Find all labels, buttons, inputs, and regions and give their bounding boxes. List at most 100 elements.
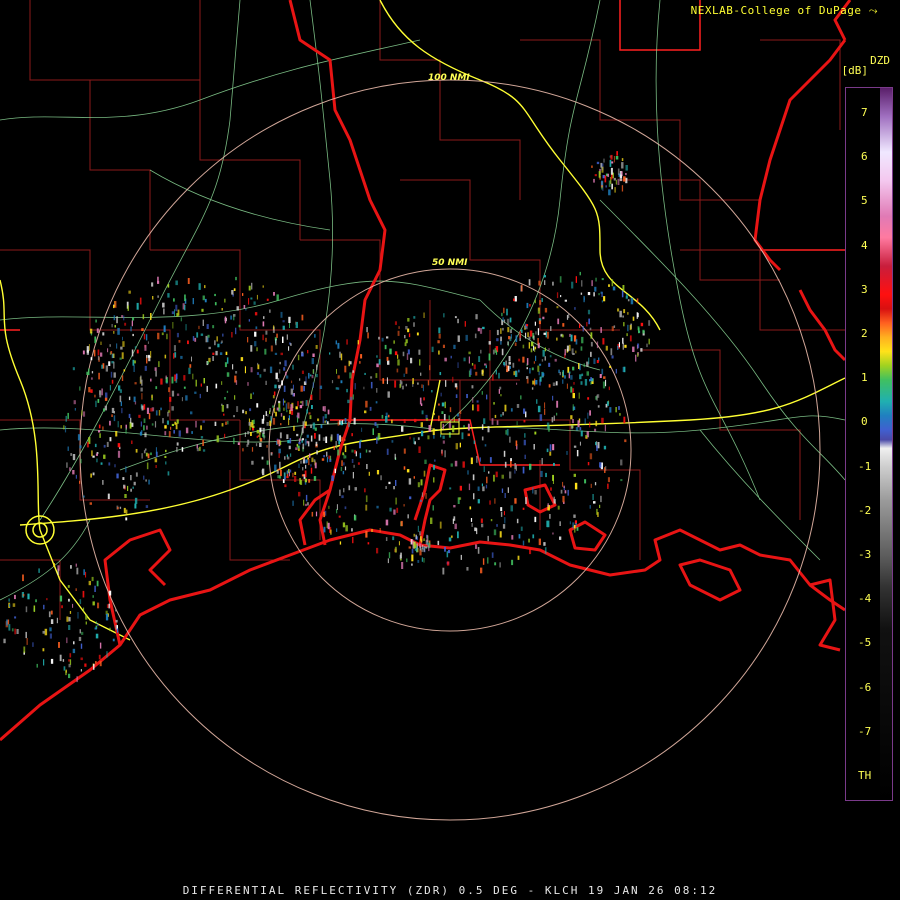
echo-pixel bbox=[150, 408, 153, 412]
echo-pixel bbox=[279, 361, 281, 365]
echo-pixel bbox=[515, 465, 517, 471]
echo-pixel bbox=[250, 367, 253, 373]
echo-pixel bbox=[533, 335, 535, 341]
echo-pixel bbox=[496, 524, 498, 527]
echo-pixel bbox=[391, 440, 394, 443]
echo-pixel bbox=[468, 483, 471, 491]
echo-pixel bbox=[363, 386, 365, 390]
echo-pixel bbox=[548, 384, 551, 388]
echo-pixel bbox=[298, 491, 301, 497]
echo-pixel bbox=[352, 536, 354, 544]
echo-pixel bbox=[59, 654, 62, 662]
colorbar-tick: 7 bbox=[861, 106, 868, 119]
echo-pixel bbox=[301, 352, 304, 357]
echo-pixel bbox=[432, 505, 434, 511]
echo-pixel bbox=[252, 425, 255, 428]
echo-pixel bbox=[221, 340, 223, 343]
echo-pixel bbox=[95, 661, 97, 664]
echo-pixel bbox=[537, 365, 540, 372]
echo-pixel bbox=[615, 407, 617, 413]
echo-pixel bbox=[302, 421, 305, 429]
echo-pixel bbox=[206, 385, 208, 392]
echo-pixel bbox=[549, 514, 551, 519]
echo-pixel bbox=[205, 335, 208, 343]
echo-pixel bbox=[102, 480, 104, 485]
echo-pixel bbox=[622, 337, 624, 344]
echo-pixel bbox=[139, 297, 142, 305]
echo-pixel bbox=[198, 325, 200, 330]
echo-pixel bbox=[603, 445, 607, 450]
echo-pixel bbox=[131, 440, 133, 444]
echo-pixel bbox=[165, 375, 167, 380]
echo-pixel bbox=[145, 505, 149, 508]
echo-pixel bbox=[351, 449, 354, 453]
echo-pixel bbox=[588, 318, 590, 325]
echo-pixel bbox=[499, 562, 501, 568]
echo-pixel bbox=[365, 495, 368, 503]
echo-pixel bbox=[14, 616, 17, 619]
echo-pixel bbox=[448, 537, 452, 542]
echo-pixel bbox=[499, 531, 502, 538]
echo-pixel bbox=[559, 536, 562, 540]
echo-pixel bbox=[392, 536, 395, 541]
echo-pixel bbox=[305, 376, 307, 383]
echo-pixel bbox=[522, 466, 525, 474]
echo-pixel bbox=[453, 417, 455, 422]
echo-pixel bbox=[81, 631, 84, 635]
echo-pixel bbox=[149, 452, 152, 456]
echo-pixel bbox=[376, 436, 378, 444]
echo-pixel bbox=[200, 383, 202, 387]
credit-text: NEXLAB-College of DuPage bbox=[690, 4, 862, 17]
echo-pixel bbox=[507, 327, 510, 333]
echo-pixel bbox=[621, 185, 624, 192]
echo-pixel bbox=[605, 466, 607, 471]
echo-pixel bbox=[548, 348, 550, 351]
echo-pixel bbox=[573, 382, 575, 385]
echo-pixel bbox=[604, 424, 606, 432]
echo-pixel bbox=[340, 380, 343, 384]
echo-pixel bbox=[235, 380, 238, 385]
echo-pixel bbox=[611, 326, 614, 332]
echo-pixel bbox=[341, 420, 344, 424]
echo-pixel bbox=[420, 372, 422, 376]
echo-pixel bbox=[573, 445, 577, 448]
echo-pixel bbox=[398, 326, 400, 329]
echo-pixel bbox=[376, 547, 379, 554]
echo-pixel bbox=[453, 505, 456, 508]
echo-pixel bbox=[463, 357, 466, 362]
echo-pixel bbox=[526, 376, 529, 379]
echo-pixel bbox=[113, 315, 116, 321]
echo-pixel bbox=[442, 344, 445, 348]
echo-pixel bbox=[113, 331, 115, 334]
echo-pixel bbox=[504, 493, 506, 498]
echo-pixel bbox=[14, 628, 17, 635]
echo-pixel bbox=[164, 431, 167, 436]
echo-pixel bbox=[283, 415, 285, 420]
echo-pixel bbox=[528, 538, 530, 543]
echo-pixel bbox=[282, 320, 285, 323]
echo-pixel bbox=[579, 374, 582, 380]
echo-pixel bbox=[409, 436, 411, 440]
echo-pixel bbox=[552, 478, 554, 484]
echo-pixel bbox=[285, 371, 287, 376]
echo-pixel bbox=[105, 365, 108, 372]
echo-pixel bbox=[403, 373, 405, 377]
echo-pixel bbox=[142, 314, 145, 320]
echo-pixel bbox=[607, 477, 610, 483]
echo-pixel bbox=[613, 325, 616, 328]
echo-pixel bbox=[491, 552, 494, 558]
echo-pixel bbox=[481, 436, 484, 441]
echo-pixel bbox=[155, 386, 158, 390]
echo-pixel bbox=[488, 341, 491, 345]
echo-pixel bbox=[254, 312, 258, 316]
echo-pixel bbox=[444, 546, 446, 552]
echo-pixel bbox=[580, 292, 583, 295]
range-label-100: 100 NMI bbox=[428, 73, 470, 83]
echo-pixel bbox=[208, 346, 211, 350]
echo-pixel bbox=[160, 407, 162, 411]
echo-pixel bbox=[556, 292, 559, 299]
echo-pixel bbox=[342, 471, 345, 475]
echo-pixel bbox=[276, 470, 279, 474]
echo-pixel bbox=[307, 350, 309, 354]
echo-pixel bbox=[183, 375, 186, 381]
